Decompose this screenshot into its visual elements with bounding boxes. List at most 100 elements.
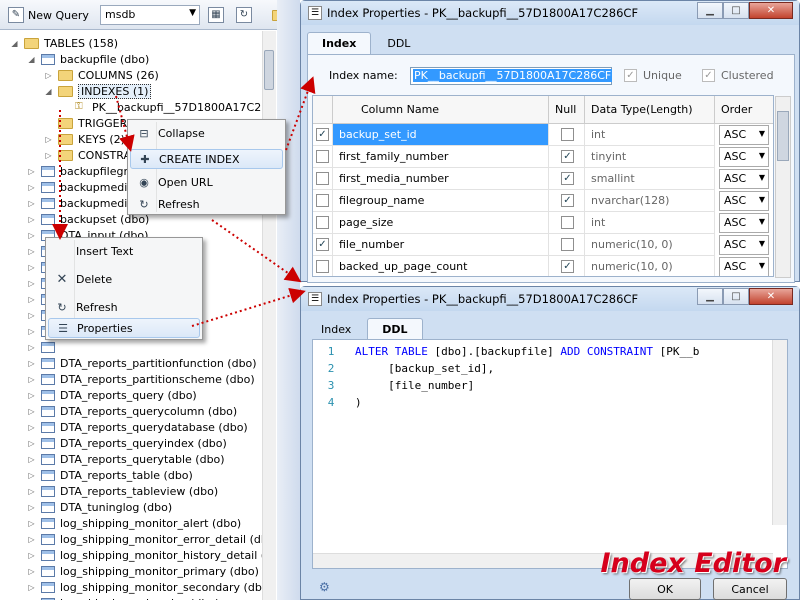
tree-scrollbar[interactable]	[262, 31, 276, 600]
unique-checkbox[interactable]: ✓ Unique	[624, 69, 682, 82]
expand-arrow-icon[interactable]: ▷	[27, 311, 36, 320]
maximize-button[interactable]: □	[723, 2, 749, 19]
null-checkbox[interactable]: ✓	[561, 260, 574, 273]
menu-item-open-url[interactable]: ◉ Open URL	[130, 172, 283, 192]
collapse-arrow-icon[interactable]: ◢	[27, 55, 36, 64]
clustered-checkbox[interactable]: ✓ Clustered	[702, 69, 774, 82]
null-checkbox[interactable]	[561, 128, 574, 141]
expand-arrow-icon[interactable]: ▷	[27, 327, 36, 336]
null-cell[interactable]	[549, 124, 585, 146]
tree-item[interactable]: ▷ DTA_reports_partitionfunction (dbo)	[27, 355, 256, 371]
new-query-button[interactable]: ✎ New Query	[4, 4, 93, 26]
help-icon[interactable]: ⚙	[319, 580, 330, 594]
tree-item[interactable]: ▷ DTA_reports_table (dbo)	[27, 467, 192, 483]
cancel-button[interactable]: Cancel	[713, 578, 787, 600]
grid-scrollbar-thumb[interactable]	[777, 111, 789, 161]
table-row[interactable]: first_family_number ✓ tinyint ASC ▼	[313, 146, 773, 168]
expand-arrow-icon[interactable]: ▷	[27, 247, 36, 256]
table-row[interactable]: ✓ file_number numeric(10, 0) ASC ▼	[313, 234, 773, 256]
null-checkbox[interactable]: ✓	[561, 150, 574, 163]
expand-arrow-icon[interactable]: ▷	[44, 135, 53, 144]
close-button[interactable]: ✕	[749, 288, 793, 305]
tree-item[interactable]: ▷ DTA_tuninglog (dbo)	[27, 499, 172, 515]
tree-item[interactable]: ▷ DTA_reports_partitionscheme (dbo)	[27, 371, 254, 387]
table-row[interactable]: ✓ backup_set_id int ASC ▼	[313, 124, 773, 146]
refresh-toolbar-button[interactable]: ↻	[232, 4, 256, 26]
close-button[interactable]: ✕	[749, 2, 793, 19]
expand-arrow-icon[interactable]: ▷	[27, 343, 36, 352]
expand-arrow-icon[interactable]: ▷	[27, 407, 36, 416]
collapse-arrow-icon[interactable]: ◢	[10, 39, 19, 48]
tree-item[interactable]: ▷ log_shipping_monitor_alert (dbo)	[27, 515, 241, 531]
tree-item[interactable]: ◢ INDEXES (1)	[44, 83, 152, 99]
menu-item-delete[interactable]: ✕ Delete	[48, 269, 200, 289]
include-checkbox[interactable]	[316, 150, 329, 163]
row-include-cell[interactable]	[313, 212, 333, 234]
row-include-cell[interactable]	[313, 190, 333, 212]
expand-arrow-icon[interactable]: ▷	[27, 471, 36, 480]
minimize-button[interactable]: ▁	[697, 2, 723, 19]
expand-arrow-icon[interactable]: ▷	[27, 295, 36, 304]
tab-ddl[interactable]: DDL	[373, 32, 424, 54]
menu-item-refresh[interactable]: ↻ Refresh	[48, 297, 200, 317]
ok-button[interactable]: OK	[629, 578, 701, 600]
expand-arrow-icon[interactable]: ▷	[27, 487, 36, 496]
order-select[interactable]: ASC ▼	[719, 169, 769, 189]
expand-arrow-icon[interactable]: ▷	[27, 375, 36, 384]
null-cell[interactable]: ✓	[549, 168, 585, 190]
tree-item[interactable]: ▷ KEYS (2)	[44, 131, 125, 147]
expand-arrow-icon[interactable]: ▷	[27, 183, 36, 192]
expand-arrow-icon[interactable]: ▷	[27, 215, 36, 224]
table-row[interactable]: page_size int ASC ▼	[313, 212, 773, 234]
collapse-arrow-icon[interactable]: ◢	[44, 87, 53, 96]
expand-arrow-icon[interactable]: ▷	[27, 167, 36, 176]
null-cell[interactable]: ✓	[549, 146, 585, 168]
include-checkbox[interactable]	[316, 172, 329, 185]
maximize-button[interactable]: □	[723, 288, 749, 305]
grid-column-header[interactable]: Order	[715, 96, 773, 124]
row-include-cell[interactable]	[313, 146, 333, 168]
include-checkbox[interactable]	[316, 216, 329, 229]
column-name-cell[interactable]: first_family_number	[333, 146, 549, 168]
table-row[interactable]: filegroup_name ✓ nvarchar(128) ASC ▼	[313, 190, 773, 212]
order-select[interactable]: ASC ▼	[719, 191, 769, 211]
include-checkbox[interactable]: ✓	[316, 238, 329, 251]
menu-item-create-index[interactable]: ✚ CREATE INDEX	[130, 149, 283, 169]
tree-item[interactable]: ▷ DTA_reports_query (dbo)	[27, 387, 196, 403]
tab-ddl[interactable]: DDL	[367, 318, 423, 340]
expand-arrow-icon[interactable]: ▷	[27, 231, 36, 240]
null-checkbox[interactable]: ✓	[561, 194, 574, 207]
grid-scrollbar[interactable]	[775, 96, 791, 278]
tree-item[interactable]: ▷ DTA_reports_querycolumn (dbo)	[27, 403, 237, 419]
include-checkbox[interactable]: ✓	[316, 128, 329, 141]
expand-arrow-icon[interactable]: ▷	[27, 391, 36, 400]
expand-arrow-icon[interactable]: ▷	[27, 519, 36, 528]
column-name-cell[interactable]: backed_up_page_count	[333, 256, 549, 276]
include-checkbox[interactable]	[316, 260, 329, 273]
expand-arrow-icon[interactable]: ▷	[44, 71, 53, 80]
null-cell[interactable]	[549, 212, 585, 234]
expand-arrow-icon[interactable]: ▷	[27, 279, 36, 288]
column-name-cell[interactable]: page_size	[333, 212, 549, 234]
tree-item[interactable]: ◢ TABLES (158)	[10, 35, 118, 51]
grid-column-header[interactable]: Null	[549, 96, 585, 124]
column-name-cell[interactable]: file_number	[333, 234, 549, 256]
table-row[interactable]: backed_up_page_count ✓ numeric(10, 0) ASC ▼	[313, 256, 773, 276]
object-explorer-button[interactable]: ▦	[204, 4, 228, 26]
grid-column-header[interactable]: Column Name	[333, 96, 549, 124]
null-cell[interactable]	[549, 234, 585, 256]
column-name-cell[interactable]: filegroup_name	[333, 190, 549, 212]
null-checkbox[interactable]	[561, 216, 574, 229]
tree-item[interactable]: ▷ log_shipping_monitor_error_detail (dbo)	[27, 531, 262, 547]
menu-item-properties[interactable]: ☰ Properties	[48, 318, 200, 338]
order-select[interactable]: ASC ▼	[719, 257, 769, 276]
tree-item[interactable]: ◢ backupfile (dbo)	[27, 51, 149, 67]
row-include-cell[interactable]: ✓	[313, 234, 333, 256]
tree-item[interactable]: ▷ DTA_reports_queryindex (dbo)	[27, 435, 226, 451]
column-name-cell[interactable]: first_media_number	[333, 168, 549, 190]
order-select[interactable]: ASC ▼	[719, 213, 769, 233]
tree-item[interactable]: ▷ log_shipping_monitor_primary (dbo)	[27, 563, 258, 579]
null-checkbox[interactable]: ✓	[561, 172, 574, 185]
null-cell[interactable]: ✓	[549, 190, 585, 212]
tree-item[interactable]: ▷ DTA_reports_querytable (dbo)	[27, 451, 224, 467]
